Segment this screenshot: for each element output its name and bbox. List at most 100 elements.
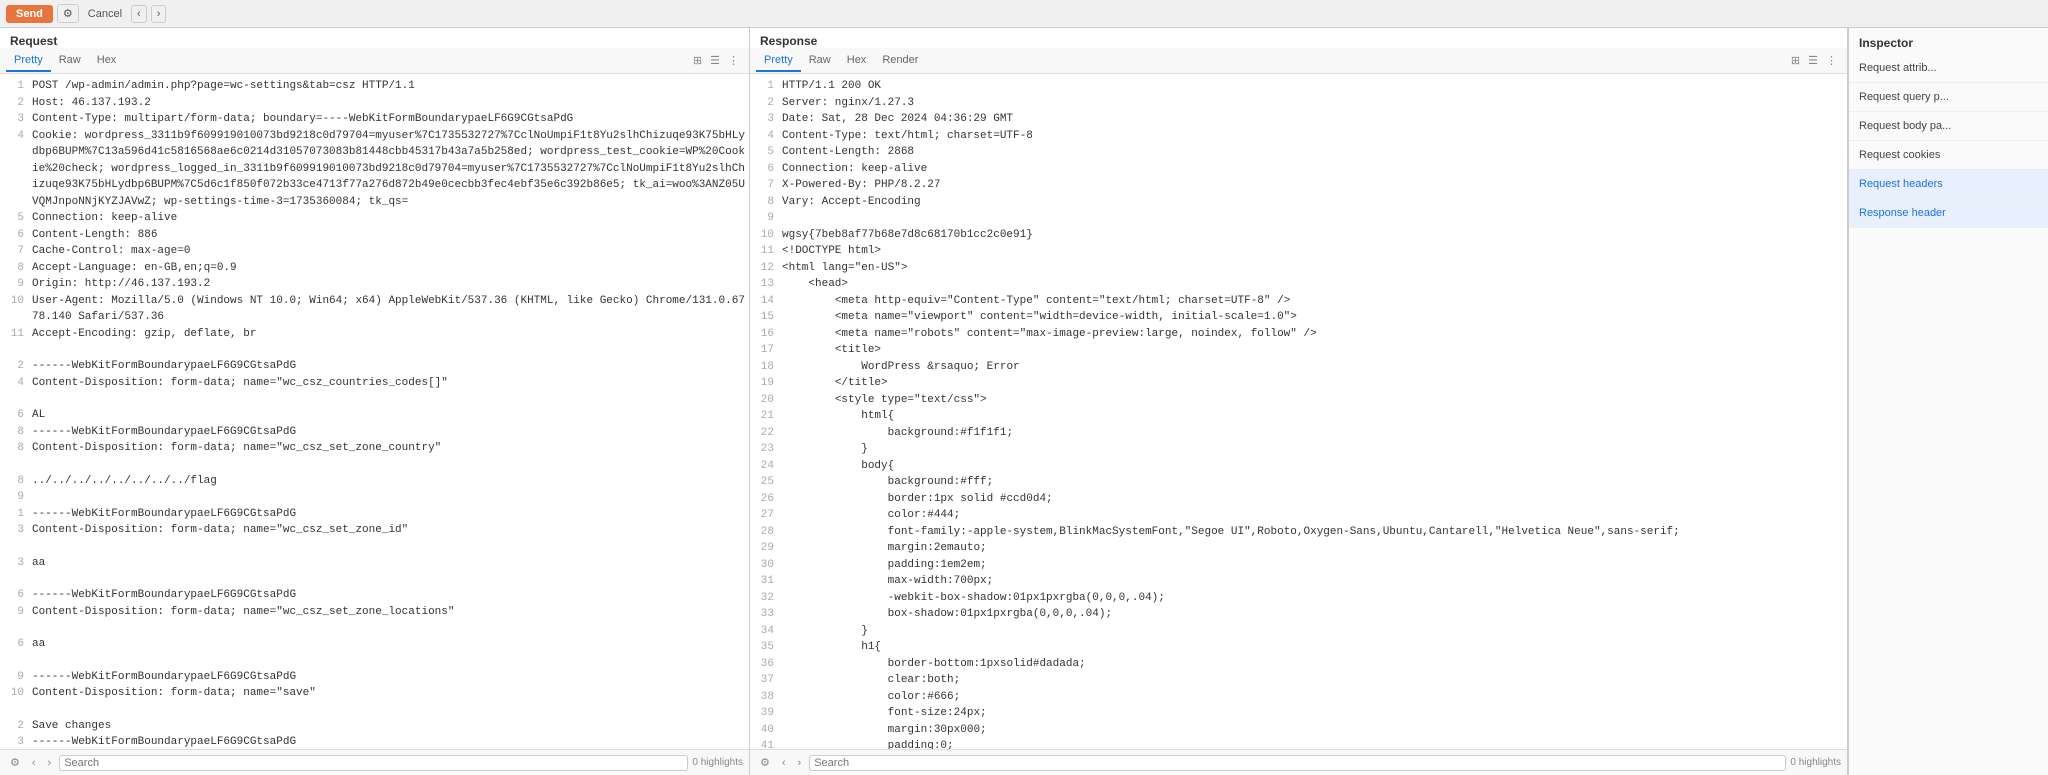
table-row bbox=[0, 391, 749, 407]
request-search-input[interactable] bbox=[59, 755, 688, 771]
nav-next-button[interactable]: › bbox=[151, 5, 167, 23]
table-row bbox=[0, 457, 749, 473]
line-number: 8 bbox=[4, 440, 32, 457]
inspector-item[interactable]: Request headers bbox=[1849, 170, 2048, 199]
line-number: 21 bbox=[754, 408, 782, 425]
req-search-settings-icon[interactable]: ⚙ bbox=[6, 754, 24, 771]
line-content: Content-Disposition: form-data; name="wc… bbox=[32, 440, 441, 457]
table-row: 11Accept-Encoding: gzip, deflate, br bbox=[0, 326, 749, 343]
resp-nav-next-icon[interactable]: › bbox=[794, 755, 806, 771]
line-content: Origin: http://46.137.193.2 bbox=[32, 276, 210, 293]
table-row: 2Save changes bbox=[0, 718, 749, 735]
line-number: 2 bbox=[4, 95, 32, 112]
line-number: 40 bbox=[754, 722, 782, 739]
cancel-button[interactable]: Cancel bbox=[83, 6, 127, 22]
table-row: 6Content-Length: 886 bbox=[0, 227, 749, 244]
line-content: Cache-Control: max-age=0 bbox=[32, 243, 190, 260]
table-row: 23 } bbox=[750, 441, 1847, 458]
line-number: 39 bbox=[754, 705, 782, 722]
resp-icon-2[interactable]: ☰ bbox=[1804, 52, 1822, 69]
line-content: <title> bbox=[782, 342, 881, 359]
resp-icon-3[interactable]: ⋮ bbox=[1822, 52, 1841, 69]
table-row: 35 h1{ bbox=[750, 639, 1847, 656]
req-nav-next-icon[interactable]: › bbox=[44, 755, 56, 771]
table-row bbox=[0, 702, 749, 718]
inspector-item[interactable]: Request query p... bbox=[1849, 83, 2048, 112]
table-row: 37 clear:both; bbox=[750, 672, 1847, 689]
line-number: 4 bbox=[4, 128, 32, 211]
line-number: 6 bbox=[754, 161, 782, 178]
request-highlights: 0 highlights bbox=[692, 757, 743, 768]
inspector-item[interactable]: Request cookies bbox=[1849, 141, 2048, 170]
tab-request-pretty[interactable]: Pretty bbox=[6, 50, 51, 72]
table-row: 27 color:#444; bbox=[750, 507, 1847, 524]
line-content: border:1px solid #ccd0d4; bbox=[782, 491, 1053, 508]
inspector-item[interactable]: Request body pa... bbox=[1849, 112, 2048, 141]
line-number: 23 bbox=[754, 441, 782, 458]
tab-response-render[interactable]: Render bbox=[874, 50, 926, 72]
line-number: 9 bbox=[4, 276, 32, 293]
response-search-input[interactable] bbox=[809, 755, 1786, 771]
table-row: 13 <head> bbox=[750, 276, 1847, 293]
response-title: Response bbox=[750, 28, 1847, 48]
table-row: 20 <style type="text/css"> bbox=[750, 392, 1847, 409]
request-icon-2[interactable]: ☰ bbox=[706, 52, 724, 69]
main-layout: Request Pretty Raw Hex ⊞ ☰ ⋮ 1POST /wp-a… bbox=[0, 28, 2048, 775]
line-number: 29 bbox=[754, 540, 782, 557]
req-nav-prev-icon[interactable]: ‹ bbox=[28, 755, 40, 771]
line-number: 8 bbox=[4, 260, 32, 277]
line-content: Date: Sat, 28 Dec 2024 04:36:29 GMT bbox=[782, 111, 1013, 128]
line-content: Cookie: wordpress_3311b9f609919010073bd9… bbox=[32, 128, 745, 211]
line-content: AL bbox=[32, 407, 45, 424]
table-row: 16 <meta name="robots" content="max-imag… bbox=[750, 326, 1847, 343]
tab-request-hex[interactable]: Hex bbox=[89, 50, 125, 72]
line-number: 6 bbox=[4, 227, 32, 244]
response-tab-bar: Pretty Raw Hex Render ⊞ ☰ ⋮ bbox=[750, 48, 1847, 74]
resp-nav-prev-icon[interactable]: ‹ bbox=[778, 755, 790, 771]
request-icon-1[interactable]: ⊞ bbox=[689, 52, 706, 69]
table-row: 2Host: 46.137.193.2 bbox=[0, 95, 749, 112]
table-row: 31 max-width:700px; bbox=[750, 573, 1847, 590]
table-row: 7X-Powered-By: PHP/8.2.27 bbox=[750, 177, 1847, 194]
tab-response-raw[interactable]: Raw bbox=[801, 50, 839, 72]
request-icon-3[interactable]: ⋮ bbox=[724, 52, 743, 69]
line-number: 4 bbox=[4, 375, 32, 392]
resp-search-settings-icon[interactable]: ⚙ bbox=[756, 754, 774, 771]
settings-button[interactable]: ⚙ bbox=[57, 4, 79, 23]
line-number: 19 bbox=[754, 375, 782, 392]
table-row: 30 padding:1em2em; bbox=[750, 557, 1847, 574]
tab-request-raw[interactable]: Raw bbox=[51, 50, 89, 72]
table-row: 10User-Agent: Mozilla/5.0 (Windows NT 10… bbox=[0, 293, 749, 326]
response-code-area[interactable]: 1HTTP/1.1 200 OK2Server: nginx/1.27.33Da… bbox=[750, 74, 1847, 749]
table-row: 6Connection: keep-alive bbox=[750, 161, 1847, 178]
line-number: 5 bbox=[4, 210, 32, 227]
line-content: wgsy{7beb8af77b68e7d8c68170b1cc2c0e91} bbox=[782, 227, 1033, 244]
toolbar: Send ⚙ Cancel ‹ › bbox=[0, 0, 2048, 28]
table-row: 34 } bbox=[750, 623, 1847, 640]
resp-icon-1[interactable]: ⊞ bbox=[1787, 52, 1804, 69]
line-content: Vary: Accept-Encoding bbox=[782, 194, 921, 211]
tab-response-pretty[interactable]: Pretty bbox=[756, 50, 801, 72]
table-row: 6AL bbox=[0, 407, 749, 424]
inspector-item[interactable]: Request attrib... bbox=[1849, 54, 2048, 83]
inspector-item[interactable]: Response header bbox=[1849, 199, 2048, 228]
request-code-area[interactable]: 1POST /wp-admin/admin.php?page=wc-settin… bbox=[0, 74, 749, 749]
line-content: clear:both; bbox=[782, 672, 960, 689]
table-row: 14 <meta http-equiv="Content-Type" conte… bbox=[750, 293, 1847, 310]
line-content: <meta name="viewport" content="width=dev… bbox=[782, 309, 1297, 326]
request-tab-bar: Pretty Raw Hex ⊞ ☰ ⋮ bbox=[0, 48, 749, 74]
inspector-panel: Inspector Request attrib...Request query… bbox=[1848, 28, 2048, 775]
nav-prev-button[interactable]: ‹ bbox=[131, 5, 147, 23]
line-content: max-width:700px; bbox=[782, 573, 993, 590]
line-content: Host: 46.137.193.2 bbox=[32, 95, 151, 112]
line-number bbox=[4, 571, 32, 587]
line-number bbox=[4, 702, 32, 718]
send-button[interactable]: Send bbox=[6, 5, 53, 23]
table-row: 10Content-Disposition: form-data; name="… bbox=[0, 685, 749, 702]
line-number: 30 bbox=[754, 557, 782, 574]
line-number: 9 bbox=[754, 210, 782, 227]
line-content: Content-Length: 886 bbox=[32, 227, 157, 244]
table-row: 24 body{ bbox=[750, 458, 1847, 475]
line-number: 3 bbox=[754, 111, 782, 128]
tab-response-hex[interactable]: Hex bbox=[839, 50, 875, 72]
